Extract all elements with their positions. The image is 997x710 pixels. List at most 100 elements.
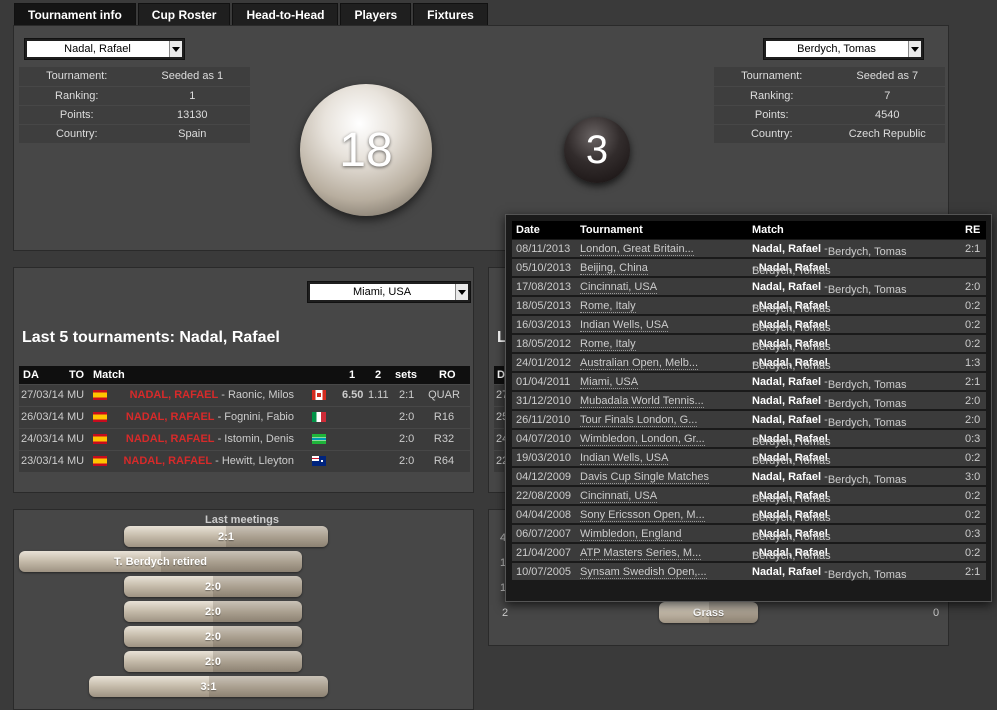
h2h-tournament[interactable]: Sony Ericsson Open, M...	[580, 509, 705, 522]
meeting-bar[interactable]: 2:1	[124, 526, 328, 547]
tab-cup-roster[interactable]: Cup Roster	[137, 3, 231, 26]
h2h-tournament[interactable]: Synsam Swedish Open,...	[580, 566, 707, 579]
table-row[interactable]: 25	[494, 407, 508, 428]
table-row[interactable]: 24/03/14 MU NADAL, RAFAEL - Istomin, Denis…	[19, 429, 470, 450]
chevron-down-icon[interactable]	[169, 41, 182, 57]
h2h-tournament[interactable]: Rome, Italy	[580, 300, 636, 313]
h2h-result: 0:3	[965, 433, 981, 445]
col-set2: 2	[375, 369, 382, 381]
info-label: Country:	[19, 124, 135, 144]
info-value: 1	[134, 86, 250, 106]
col-match: Match	[93, 369, 125, 381]
meeting-result: 2:0	[205, 655, 221, 668]
last5-title: Last 5 tournaments: Nadal, Rafael	[22, 329, 280, 346]
meeting-bar[interactable]: 2:0	[124, 601, 302, 622]
table-row[interactable]: 27/03/14 MU NADAL, RAFAEL - Raonic, Milos 6…	[19, 385, 470, 406]
h2h-result: 2:1	[965, 566, 981, 578]
h2h-row[interactable]: 16/03/2013 Indian Wells, USA Berdych, Toma…	[512, 315, 986, 334]
row-match[interactable]: NADAL, RAFAEL - Istomin, Denis	[19, 433, 294, 445]
h2h-row[interactable]: 06/07/2007 Wimbledon, England Berdych, Tom…	[512, 524, 986, 543]
row-match[interactable]: NADAL, RAFAEL - Hewitt, Lleyton	[19, 455, 294, 467]
h2h-tournament[interactable]: London, Great Britain...	[580, 243, 694, 256]
h2h-tournament[interactable]: Miami, USA	[580, 376, 639, 389]
h2h-player-a: Berdych, Tomas	[752, 341, 831, 353]
player1-select[interactable]: Nadal, Rafael	[24, 38, 185, 60]
tab-players[interactable]: Players	[340, 3, 412, 26]
meeting-bar[interactable]: 2:0	[124, 626, 302, 647]
h2h-row[interactable]: 31/12/2010 Mubadala World Tennis... Nadal,…	[512, 391, 986, 410]
h2h-result: 2:0	[965, 281, 981, 293]
table-row[interactable]: 22	[494, 451, 508, 472]
tab-tournament-info[interactable]: Tournament info	[14, 3, 136, 26]
h2h-tournament[interactable]: Cincinnati, USA	[580, 281, 658, 294]
h2h-date: 10/07/2005	[516, 566, 572, 578]
h2h-tournament[interactable]: Tour Finals London, G...	[580, 414, 698, 427]
h2h-tournament[interactable]: Australian Open, Melb...	[580, 357, 699, 370]
h2h-row[interactable]: 26/11/2010 Tour Finals London, G... Nadal,…	[512, 410, 986, 429]
row-opponent: - Hewitt, Lleyton	[212, 455, 294, 467]
h2h-tournament[interactable]: Cincinnati, USA	[580, 490, 658, 503]
h2h-tournament[interactable]: Indian Wells, USA	[580, 452, 669, 465]
h2h-match: Nadal, Rafael - Berdych, Tomas	[752, 414, 907, 429]
h2h-date: 24/01/2012	[516, 357, 572, 369]
h2h-tournament[interactable]: Davis Cup Single Matches	[580, 471, 710, 484]
h2h-row[interactable]: 24/01/2012 Australian Open, Melb... Berdyc…	[512, 353, 986, 372]
h2h-match: Berdych, Tomas - Nadal, Rafael	[752, 547, 831, 562]
row-player: NADAL, RAFAEL	[129, 389, 219, 401]
h2h-row[interactable]: 17/08/2013 Cincinnati, USA Nadal, Rafael -…	[512, 277, 986, 296]
chevron-down-icon[interactable]	[908, 41, 921, 57]
h2h-row[interactable]: 01/04/2011 Miami, USA Nadal, Rafael - Berd…	[512, 372, 986, 391]
h2h-player-a: Nadal, Rafael	[752, 471, 822, 483]
h2h-result: 2:0	[965, 395, 981, 407]
tab-head-to-head[interactable]: Head-to-Head	[232, 3, 339, 26]
h2h-tournament[interactable]: Rome, Italy	[580, 338, 636, 351]
h2h-row[interactable]: 10/07/2005 Synsam Swedish Open,... Nadal, …	[512, 562, 986, 581]
h2h-row[interactable]: 21/04/2007 ATP Masters Series, M... Berdyc…	[512, 543, 986, 562]
info-value: Seeded as 1	[134, 67, 250, 87]
h2h-tournament[interactable]: ATP Masters Series, M...	[580, 547, 702, 560]
info-value: Seeded as 7	[829, 67, 945, 87]
h2h-row[interactable]: 18/05/2013 Rome, Italy Berdych, Tomas - Na…	[512, 296, 986, 315]
info-value: 13130	[134, 105, 250, 125]
h2h-row[interactable]: 04/12/2009 Davis Cup Single Matches Nadal,…	[512, 467, 986, 486]
h2h-tournament[interactable]: Wimbledon, England	[580, 528, 682, 541]
h2h-result: 0:2	[965, 547, 981, 559]
h2h-player-a: Berdych, Tomas	[752, 455, 831, 467]
h2h-match: Nadal, Rafael - Berdych, Tomas	[752, 395, 907, 410]
h2h-row[interactable]: 04/04/2008 Sony Ericsson Open, M... Berdyc…	[512, 505, 986, 524]
h2h-player-b: Berdych, Tomas	[827, 474, 907, 486]
tab-fixtures[interactable]: Fixtures	[413, 3, 488, 26]
info-value: 7	[829, 86, 945, 106]
player2-select-value: Berdych, Tomas	[797, 43, 876, 55]
row-set2: 1.11	[368, 389, 389, 401]
h2h-date: 05/10/2013	[516, 262, 572, 274]
h2h-row[interactable]: 19/03/2010 Indian Wells, USA Berdych, Toma…	[512, 448, 986, 467]
meeting-bar[interactable]: 2:0	[124, 576, 302, 597]
player2-select[interactable]: Berdych, Tomas	[763, 38, 924, 60]
chevron-down-icon[interactable]	[455, 284, 468, 300]
h2h-tournament[interactable]: Beijing, China	[580, 262, 648, 275]
table-row[interactable]: 27	[494, 385, 508, 406]
table-row[interactable]: 24	[494, 429, 508, 450]
surface-label: Grass	[692, 606, 725, 619]
table-row[interactable]: 23/03/14 MU NADAL, RAFAEL - Hewitt, Lleyto…	[19, 451, 470, 472]
h2h-row[interactable]: 22/08/2009 Cincinnati, USA Berdych, Tomas …	[512, 486, 986, 505]
h2h-tournament[interactable]: Indian Wells, USA	[580, 319, 669, 332]
row-match[interactable]: NADAL, RAFAEL - Fognini, Fabio	[19, 411, 294, 423]
h2h-row[interactable]: 08/11/2013 London, Great Britain... Nadal,…	[512, 239, 986, 258]
table-row[interactable]: 26/03/14 MU NADAL, RAFAEL - Fognini, Fabio…	[19, 407, 470, 428]
meeting-bar[interactable]: T. Berdych retired	[19, 551, 302, 572]
meeting-bar[interactable]: 2:0	[124, 651, 302, 672]
col-tournament: TO	[69, 369, 85, 381]
h2h-result: 0:2	[965, 319, 981, 331]
meeting-bar[interactable]: 3:1	[89, 676, 328, 697]
h2h-row[interactable]: 18/05/2012 Rome, Italy Berdych, Tomas - Na…	[512, 334, 986, 353]
row-match[interactable]: NADAL, RAFAEL - Raonic, Milos	[19, 389, 294, 401]
h2h-row[interactable]: 05/10/2013 Beijing, China Berdych, Tomas -…	[512, 258, 986, 277]
row-opponent: - Fognini, Fabio	[214, 411, 294, 423]
h2h-tournament[interactable]: Wimbledon, London, Gr...	[580, 433, 705, 446]
surface-bar-grass[interactable]: Grass	[659, 602, 758, 623]
tournament-filter-select[interactable]: Miami, USA	[307, 281, 471, 303]
h2h-row[interactable]: 04/07/2010 Wimbledon, London, Gr... Berdyc…	[512, 429, 986, 448]
h2h-tournament[interactable]: Mubadala World Tennis...	[580, 395, 704, 408]
